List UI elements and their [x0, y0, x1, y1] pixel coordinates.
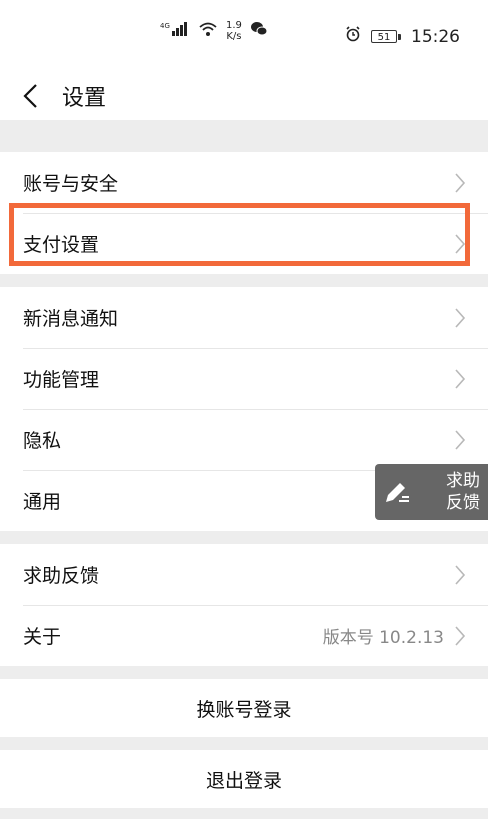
network-speed: 1.9 K/s — [226, 20, 242, 42]
settings-item-account-security[interactable]: 账号与安全 — [0, 152, 488, 213]
settings-item-label: 功能管理 — [23, 369, 100, 391]
edit-icon — [375, 478, 419, 506]
settings-item-label: 支付设置 — [23, 234, 100, 256]
chevron-left-icon — [23, 84, 37, 108]
wifi-icon — [198, 21, 218, 41]
settings-item-label: 新消息通知 — [23, 308, 119, 330]
logout-button[interactable]: 退出登录 — [0, 750, 488, 808]
switch-account-label: 换账号登录 — [196, 698, 292, 721]
settings-group-account: 账号与安全 支付设置 — [0, 152, 488, 274]
speed-unit: K/s — [226, 31, 242, 42]
header: 设置 — [0, 72, 488, 120]
settings-item-label: 账号与安全 — [23, 173, 119, 195]
status-bar-right: 51 15:26 — [345, 26, 460, 47]
wechat-icon — [250, 21, 268, 41]
floating-feedback-button[interactable]: 求助 反馈 — [375, 464, 488, 520]
logout-label: 退出登录 — [205, 769, 282, 792]
settings-item-features[interactable]: 功能管理 — [0, 348, 488, 409]
alarm-icon — [345, 26, 361, 47]
settings-item-help-feedback[interactable]: 求助反馈 — [0, 544, 488, 605]
status-time: 15:26 — [411, 26, 460, 47]
status-bar: 4G 1.9 K/s 51 15:26 — [0, 0, 488, 72]
settings-item-notifications[interactable]: 新消息通知 — [0, 287, 488, 348]
floating-feedback-line1: 求助 — [446, 471, 480, 491]
chevron-right-icon — [455, 625, 466, 646]
chevron-right-icon — [455, 233, 466, 254]
battery-icon: 51 — [371, 30, 401, 43]
settings-item-label: 求助反馈 — [23, 565, 100, 587]
floating-feedback-line2: 反馈 — [446, 493, 480, 513]
status-bar-center: 4G 1.9 K/s — [160, 20, 268, 42]
signal-icon: 4G — [160, 21, 190, 41]
settings-item-payment[interactable]: 支付设置 — [0, 213, 488, 274]
settings-item-label: 关于 — [23, 626, 62, 648]
chevron-right-icon — [455, 429, 466, 450]
page-title: 设置 — [62, 86, 107, 111]
switch-account-button[interactable]: 换账号登录 — [0, 679, 488, 737]
settings-item-privacy[interactable]: 隐私 — [0, 409, 488, 470]
settings-item-about[interactable]: 关于 版本号 10.2.13 — [0, 605, 488, 666]
svg-text:4G: 4G — [160, 22, 170, 30]
chevron-right-icon — [455, 564, 466, 585]
back-button[interactable] — [0, 72, 62, 120]
settings-item-label: 隐私 — [23, 430, 62, 452]
chevron-right-icon — [455, 307, 466, 328]
speed-value: 1.9 — [226, 20, 242, 31]
battery-level: 51 — [377, 32, 391, 43]
version-text: 版本号 10.2.13 — [322, 628, 444, 648]
chevron-right-icon — [455, 172, 466, 193]
settings-group-help: 求助反馈 关于 版本号 10.2.13 — [0, 544, 488, 666]
chevron-right-icon — [455, 368, 466, 389]
